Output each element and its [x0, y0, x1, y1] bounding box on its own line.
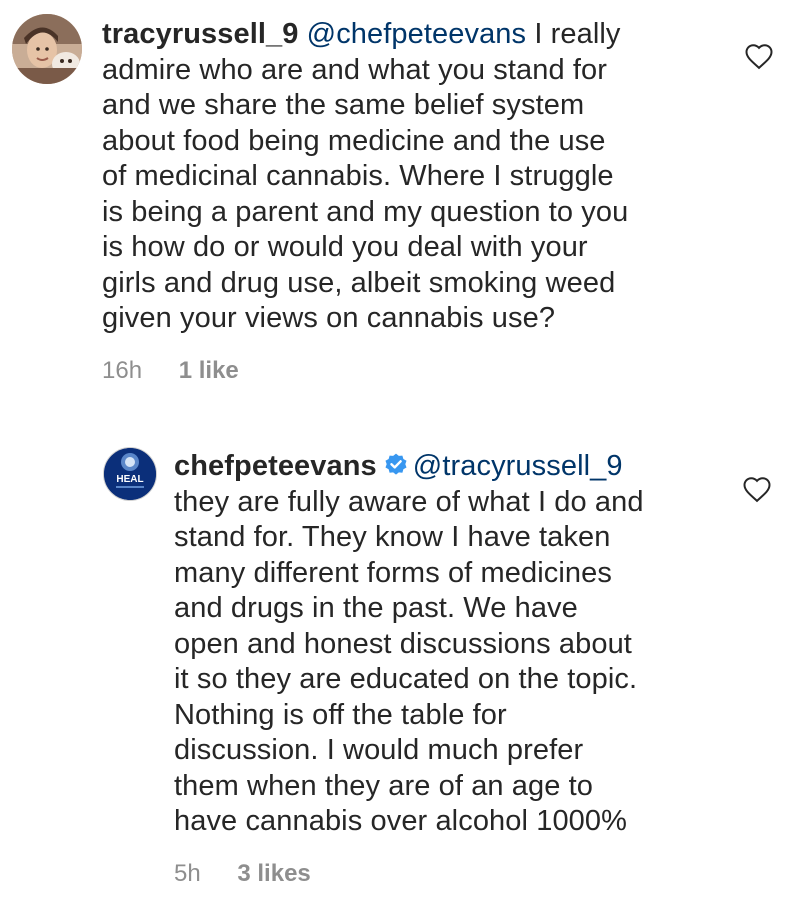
- comment-text-line: open and honest discussions about: [174, 627, 632, 660]
- comment-text-line: stand for. They know I have taken: [174, 521, 611, 553]
- comment-text-line: Nothing is off the table for: [174, 698, 507, 731]
- comment-text-line: have cannabis over alcohol 1000%: [174, 805, 628, 837]
- comment-meta: 5h 3 likes: [174, 860, 311, 888]
- comment-mention[interactable]: @tracyrussell_9: [413, 450, 623, 482]
- comment-text-line: of medicinal cannabis. Where I struggle: [102, 160, 614, 192]
- comment-meta: 16h 1 like: [102, 357, 239, 385]
- comment-text-line: many different forms of medicines: [174, 556, 612, 589]
- comment-first-line: chefpeteevans @tracyrussell_9: [174, 449, 644, 485]
- comment-text-line: about food being medicine and the use: [102, 124, 606, 157]
- comment-text-line: admire who are and what you stand for: [102, 53, 608, 86]
- comment-text-line: they are fully aware of what I do and: [174, 485, 644, 518]
- comment-likes[interactable]: 1 like: [179, 357, 239, 384]
- comment-text-line: discussion. I would much prefer: [174, 734, 584, 766]
- comment-first-line: tracyrussell_9 @chefpeteevans I really: [102, 17, 628, 53]
- comment-timestamp: 16h: [102, 357, 143, 384]
- avatar-tracyrussell[interactable]: [12, 14, 82, 84]
- heart-outline-icon[interactable]: [744, 42, 774, 70]
- comment-body: tracyrussell_9 @chefpeteevans I really a…: [102, 17, 628, 337]
- heal-logo-icon: HEAL: [104, 448, 156, 500]
- comment-likes[interactable]: 3 likes: [237, 860, 310, 887]
- comment-text-line: girls and drug use, albeit smoking weed: [102, 266, 616, 299]
- comment-text-line: is how do or would you deal with your: [102, 231, 588, 263]
- comment-username[interactable]: chefpeteevans: [174, 450, 377, 482]
- comment-text: I really: [534, 18, 621, 50]
- avatar-chefpeteevans[interactable]: HEAL: [103, 447, 157, 501]
- comment-text-line: is being a parent and my question to you: [102, 195, 629, 228]
- comment-text-line: them when they are of an age to: [174, 769, 594, 802]
- comment-text-line: and drugs in the past. We have: [174, 592, 578, 624]
- comment-text-line: given your views on cannabis use?: [102, 302, 556, 334]
- avatar-label: HEAL: [116, 474, 143, 485]
- verified-badge-icon: [385, 453, 407, 475]
- heart-outline-icon[interactable]: [742, 475, 772, 503]
- comment-timestamp: 5h: [174, 860, 201, 887]
- user-photo-icon: [12, 14, 82, 84]
- comment-text-line: it so they are educated on the topic.: [174, 663, 638, 695]
- comment-body: chefpeteevans @tracyrussell_9 they are f…: [174, 449, 644, 840]
- comment-text-line: and we share the same belief system: [102, 89, 585, 121]
- comment-username[interactable]: tracyrussell_9: [102, 18, 298, 50]
- comment-mention[interactable]: @chefpeteevans: [307, 18, 526, 50]
